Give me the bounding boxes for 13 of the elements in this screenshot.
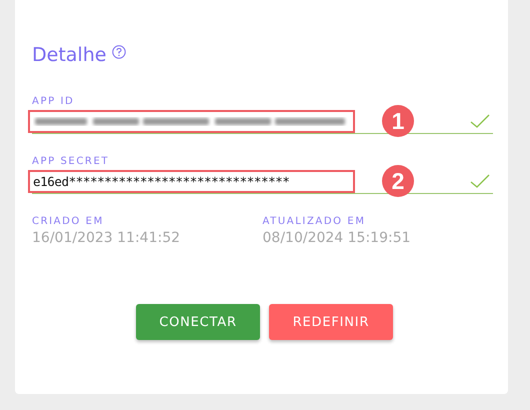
step-badge: 1 <box>382 105 414 137</box>
date-value: 16/01/2023 11:41:52 <box>32 230 182 246</box>
card-title: Detalhe <box>32 44 106 66</box>
connect-button[interactable]: CONECTAR <box>136 304 260 340</box>
field-label: APP ID <box>32 96 76 107</box>
secret-value: e16ed******************************* <box>33 174 290 188</box>
reset-button[interactable]: REDEFINIR <box>269 304 393 340</box>
field-label: APP SECRET <box>32 156 110 167</box>
step-badge: 2 <box>382 165 414 197</box>
date-label: ATUALIZADO EM <box>262 216 367 227</box>
date-value: 08/10/2024 15:19:51 <box>262 230 412 246</box>
help-icon[interactable] <box>112 45 126 59</box>
date-label: CRIADO EM <box>32 216 105 227</box>
